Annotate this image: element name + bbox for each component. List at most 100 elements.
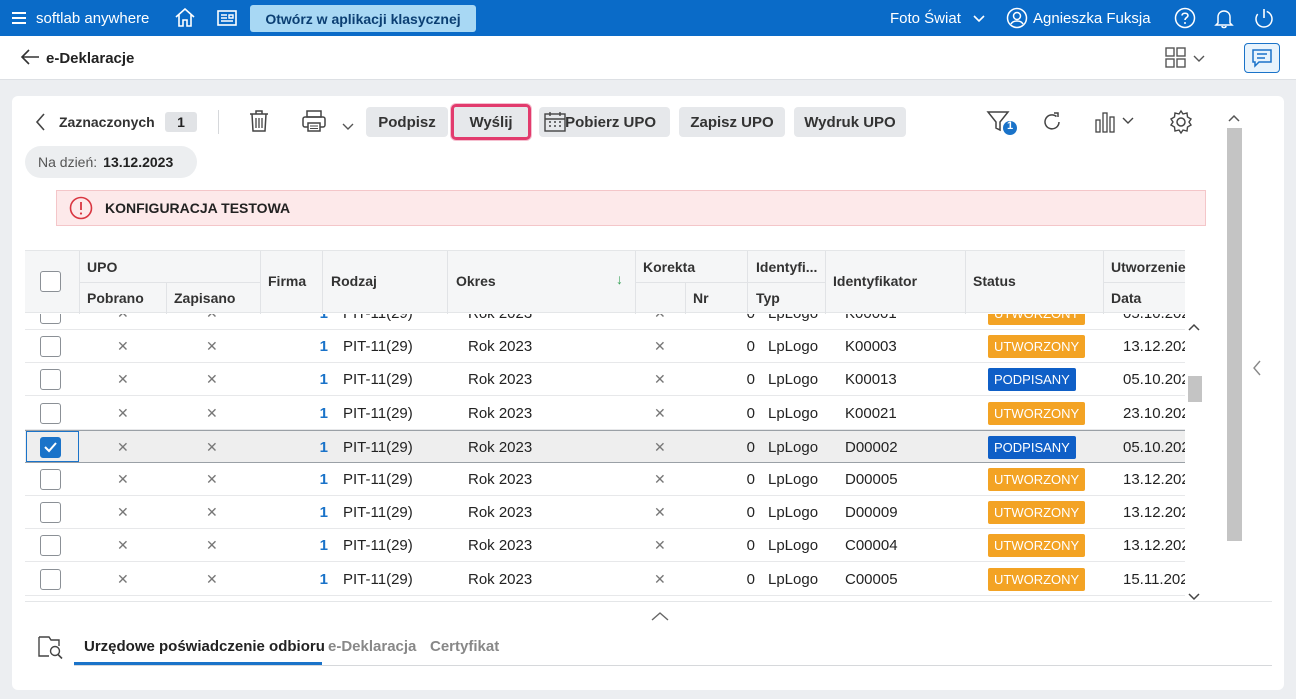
sign-button[interactable]: Podpisz	[366, 107, 448, 137]
date-filter[interactable]: Na dzień: 13.12.2023	[25, 146, 197, 178]
col-firma[interactable]: Firma	[268, 273, 306, 289]
cell-rodzaj: PIT-11(29)	[343, 371, 413, 389]
table-row[interactable]: ✕ ✕ 1 PIT-11(29) Rok 2023 ✕ 0 LpLogo D00005 UTWOR…	[25, 463, 1185, 496]
cell-rodzaj: PIT-11(29)	[343, 438, 413, 456]
table-body: ✕ ✕ 1 PIT-11(29) Rok 2023 ✕ 0 LpLogo K00001 UTWOR…	[25, 314, 1185, 601]
pobrano-x-icon: ✕	[117, 438, 129, 455]
cell-okres: Rok 2023	[468, 537, 533, 555]
row-checkbox[interactable]	[40, 568, 61, 590]
cell-typ: LpLogo	[768, 570, 819, 588]
col-data[interactable]: Data	[1111, 290, 1141, 306]
user-name[interactable]: Agnieszka Fuksja	[1033, 10, 1151, 27]
pobrano-x-icon: ✕	[117, 471, 129, 487]
cell-identyfikator: D00009	[845, 504, 898, 522]
back-arrow-icon[interactable]	[20, 48, 40, 69]
col-upo[interactable]: UPO	[87, 259, 117, 275]
cell-identyfikator: D00005	[845, 471, 898, 488]
tab-upo[interactable]: Urzędowe poświadczenie odbioru	[84, 638, 325, 655]
refresh-icon[interactable]	[1041, 111, 1063, 136]
settings-gear-icon[interactable]	[1168, 109, 1194, 138]
filter-icon[interactable]: 1	[986, 109, 1020, 140]
news-icon[interactable]	[216, 7, 238, 29]
cell-nr: 0	[746, 371, 755, 389]
cell-data: 23.10.2023	[1123, 404, 1185, 422]
pobrano-x-icon: ✕	[117, 338, 129, 355]
table-row[interactable]: ✕ ✕ 1 PIT-11(29) Rok 2023 ✕ 0 LpLogo D00009 UTWOR…	[25, 496, 1185, 530]
cell-nr: 0	[746, 537, 755, 555]
chevron-left-icon[interactable]	[34, 112, 48, 135]
cell-data: 13.12.2023	[1123, 471, 1185, 488]
col-okres[interactable]: Okres	[456, 273, 496, 289]
zapisano-x-icon: ✕	[206, 314, 218, 330]
table-row[interactable]: ✕ ✕ 1 PIT-11(29) Rok 2023 ✕ 0 LpLogo K00001 UTWOR…	[25, 314, 1185, 330]
cell-nr: 0	[746, 504, 755, 522]
table-scrollbar-thumb[interactable]	[1188, 376, 1202, 402]
row-checkbox[interactable]	[40, 336, 61, 358]
row-checkbox[interactable]	[40, 502, 61, 524]
cell-firma: 1	[319, 438, 328, 456]
user-icon[interactable]	[1006, 7, 1028, 29]
col-rodzaj[interactable]: Rodzaj	[331, 273, 377, 289]
col-zapisano[interactable]: Zapisano	[174, 290, 235, 306]
company-name[interactable]: Foto Świat	[890, 10, 961, 27]
tab-e-deklaracja[interactable]: e-Deklaracja	[328, 638, 416, 655]
col-pobrano[interactable]: Pobrano	[87, 290, 144, 306]
print-upo-button[interactable]: Wydruk UPO	[794, 107, 906, 137]
table-row[interactable]: ✕ ✕ 1 PIT-11(29) Rok 2023 ✕ 0 LpLogo D00002 PODPI…	[25, 429, 1185, 463]
scroll-up-arrow-icon[interactable]	[1228, 114, 1240, 122]
row-checkbox[interactable]	[40, 369, 61, 391]
korekta-x-icon: ✕	[654, 314, 666, 330]
cell-okres: Rok 2023	[468, 314, 532, 330]
help-icon[interactable]	[1174, 7, 1196, 29]
col-status[interactable]: Status	[973, 273, 1016, 289]
cell-nr: 0	[746, 338, 755, 356]
power-icon[interactable]	[1253, 7, 1275, 29]
get-upo-button[interactable]: Pobierz UPO	[539, 107, 670, 137]
col-utworzenie[interactable]: Utworzenie	[1111, 259, 1186, 275]
bell-icon[interactable]	[1213, 7, 1235, 29]
row-checkbox[interactable]	[40, 402, 61, 424]
status-badge: UTWORZONY	[988, 534, 1086, 558]
menu-icon[interactable]	[12, 12, 26, 24]
document-search-icon	[36, 634, 64, 663]
table-row[interactable]: ✕ ✕ 1 PIT-11(29) Rok 2023 ✕ 0 LpLogo C00005 UTWOR…	[25, 563, 1185, 596]
home-icon[interactable]	[174, 7, 196, 29]
page-scrollbar[interactable]	[1225, 110, 1244, 597]
table-row[interactable]: ✕ ✕ 1 PIT-11(29) Rok 2023 ✕ 0 LpLogo K00013 PODPI…	[25, 363, 1185, 397]
select-all-checkbox[interactable]	[40, 271, 61, 292]
trash-icon[interactable]	[248, 109, 270, 136]
save-upo-button[interactable]: Zapisz UPO	[679, 107, 785, 137]
table-row[interactable]: ✕ ✕ 1 PIT-11(29) Rok 2023 ✕ 0 LpLogo C00004 UTWOR…	[25, 529, 1185, 563]
printer-icon[interactable]	[301, 109, 327, 136]
warning-icon	[69, 196, 93, 220]
collapse-panel-icon[interactable]	[650, 608, 670, 624]
cell-data: 05.10.2023	[1123, 314, 1185, 330]
tab-certyfikat[interactable]: Certyfikat	[430, 638, 499, 655]
row-checkbox[interactable]	[40, 314, 61, 324]
cell-identyfikator: K00013	[845, 371, 897, 389]
col-typ[interactable]: Typ	[756, 290, 780, 306]
scroll-up-icon[interactable]	[1188, 318, 1200, 334]
korekta-x-icon: ✕	[654, 537, 666, 554]
chat-icon	[1252, 49, 1272, 68]
send-button[interactable]: Wyślij	[451, 104, 531, 140]
status-badge: PODPISANY	[988, 435, 1076, 459]
chevron-down-icon[interactable]	[968, 8, 990, 30]
chart-icon[interactable]	[1094, 110, 1138, 137]
side-panel-chevron-icon[interactable]	[1252, 360, 1262, 379]
page-scrollbar-thumb[interactable]	[1227, 128, 1242, 541]
row-checkbox[interactable]	[40, 469, 61, 490]
table-row[interactable]: ✕ ✕ 1 PIT-11(29) Rok 2023 ✕ 0 LpLogo K00021 UTWOR…	[25, 397, 1185, 430]
col-korekta[interactable]: Korekta	[643, 259, 695, 275]
layout-grid-icon[interactable]	[1165, 47, 1207, 72]
cell-data: 13.12.2023	[1123, 338, 1185, 356]
row-checkbox[interactable]	[40, 436, 61, 458]
table-row[interactable]: ✕ ✕ 1 PIT-11(29) Rok 2023 ✕ 0 LpLogo K00003 UTWOR…	[25, 330, 1185, 364]
col-identyfikator[interactable]: Identyfikator	[833, 273, 917, 289]
row-checkbox[interactable]	[40, 535, 61, 557]
open-classic-button[interactable]: Otwórz w aplikacji klasycznej	[250, 5, 476, 32]
chat-button[interactable]	[1244, 43, 1280, 73]
col-identyfi[interactable]: Identyfi...	[756, 259, 817, 275]
col-nr[interactable]: Nr	[693, 290, 709, 306]
chevron-down-icon[interactable]	[342, 118, 354, 134]
